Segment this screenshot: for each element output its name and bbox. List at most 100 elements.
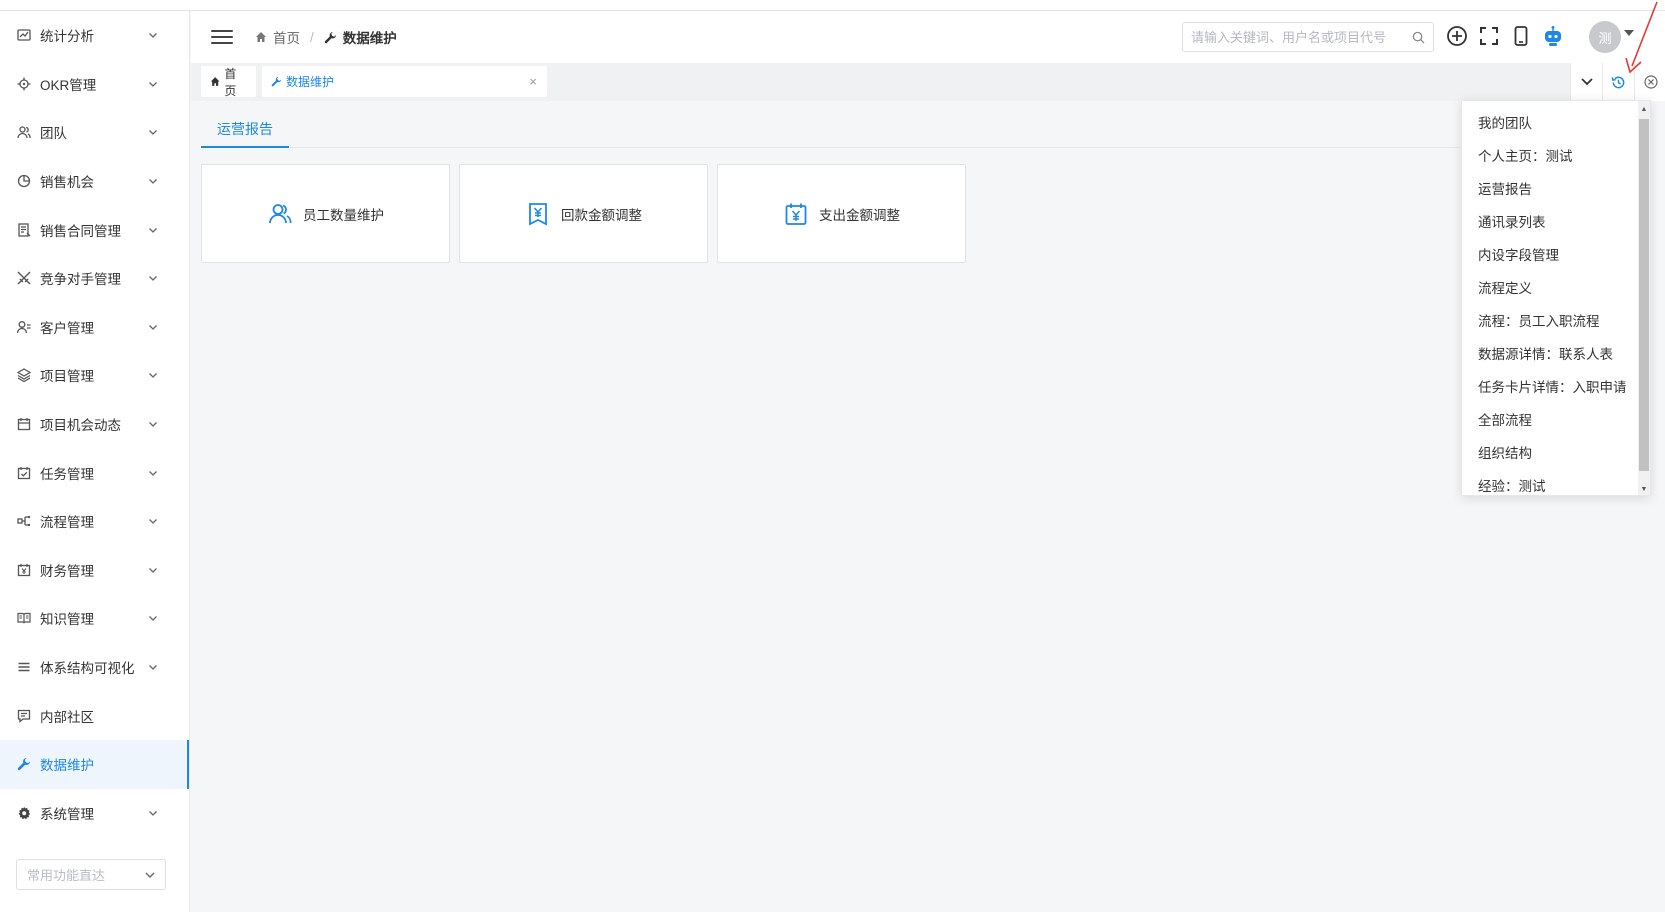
tab-close-icon[interactable]: × xyxy=(529,74,537,89)
history-item[interactable]: 运营报告 xyxy=(1462,171,1650,204)
history-item[interactable]: 组织结构 xyxy=(1462,435,1650,468)
history-item[interactable]: 任务卡片详情：入职申请 xyxy=(1462,369,1650,402)
tab-bar: 首页 数据维护 × xyxy=(191,63,1665,101)
yen-receipt-icon xyxy=(525,201,551,227)
sidebar-item-label: 系统管理 xyxy=(40,806,94,822)
gear-icon xyxy=(16,805,32,821)
sidebar-item-swords[interactable]: 竞争对手管理 xyxy=(0,254,189,303)
calendar-icon xyxy=(16,416,32,432)
card-employee-count[interactable]: 员工数量维护 xyxy=(201,164,450,263)
finance-icon xyxy=(16,562,32,578)
wrench-icon xyxy=(271,76,282,87)
sidebar-item-calendar[interactable]: 项目机会动态 xyxy=(0,400,189,449)
fullscreen-icon[interactable] xyxy=(1477,24,1501,48)
chevron-down-icon xyxy=(147,78,159,90)
layers-icon xyxy=(16,367,32,383)
sidebar-item-chart[interactable]: 统计分析 xyxy=(0,11,189,60)
sidebar-item-contract[interactable]: 销售合同管理 xyxy=(0,205,189,254)
chevron-down-icon xyxy=(147,564,159,576)
tab-data-maintenance[interactable]: 数据维护 × xyxy=(262,66,547,97)
hamburger-menu-icon[interactable] xyxy=(211,30,233,44)
chevron-down-icon xyxy=(147,175,159,187)
sidebar-item-target[interactable]: OKR管理 xyxy=(0,60,189,109)
sidebar-item-pie[interactable]: 销售机会 xyxy=(0,157,189,206)
scroll-up-icon[interactable]: ▲ xyxy=(1640,103,1648,115)
chevron-down-icon xyxy=(147,29,159,41)
top-strip xyxy=(0,0,1665,11)
search-input[interactable] xyxy=(1191,29,1412,45)
card-label: 回款金额调整 xyxy=(561,207,642,223)
content-subtabs: 运营报告 xyxy=(201,112,1641,148)
breadcrumb: 首页 / 数据维护 xyxy=(255,27,397,47)
sidebar-item-finance[interactable]: 财务管理 xyxy=(0,546,189,595)
mobile-icon[interactable] xyxy=(1509,24,1533,48)
scrollbar-thumb[interactable] xyxy=(1639,119,1649,471)
chevron-down-icon xyxy=(145,872,155,878)
chevron-down-icon xyxy=(147,515,159,527)
history-item[interactable]: 内设字段管理 xyxy=(1462,237,1650,270)
tab-list-toggle[interactable] xyxy=(1570,63,1602,101)
team-icon xyxy=(16,124,32,140)
chevron-down-icon xyxy=(147,661,159,673)
card-expense-adjust[interactable]: 支出金额调整 xyxy=(717,164,966,263)
tab-home[interactable]: 首页 xyxy=(201,66,256,98)
card-label: 支出金额调整 xyxy=(819,207,900,223)
sidebar-item-layers[interactable]: 项目管理 xyxy=(0,351,189,400)
swords-icon xyxy=(16,270,32,286)
subtab-operation-report[interactable]: 运营报告 xyxy=(201,112,289,148)
history-list: 我的团队 个人主页：测试 运营报告 通讯录列表 内设字段管理 流程定义 流程：员工入职流程数… xyxy=(1462,105,1650,495)
sidebar-item-label: 流程管理 xyxy=(40,515,94,531)
card-receipt-adjust[interactable]: 回款金额调整 xyxy=(459,164,708,263)
scroll-down-icon[interactable]: ▼ xyxy=(1640,483,1648,495)
chevron-down-icon xyxy=(147,467,159,479)
tab-home-label: 首页 xyxy=(224,66,237,98)
sidebar-item-comment[interactable]: 内部社区 xyxy=(0,691,189,740)
chevron-down-icon xyxy=(147,224,159,236)
breadcrumb-home[interactable]: 首页 xyxy=(255,27,300,47)
sidebar-item-wrench[interactable]: 数据维护 xyxy=(0,739,189,789)
chevron-down-icon xyxy=(1580,78,1593,86)
sidebar-item-label: 数据维护 xyxy=(40,758,94,774)
history-item[interactable]: 通讯录列表 xyxy=(1462,204,1650,237)
history-item[interactable]: 全部流程 xyxy=(1462,402,1650,435)
sidebar-item-book[interactable]: 知识管理 xyxy=(0,594,189,643)
robot-assistant-icon[interactable] xyxy=(1541,24,1565,48)
history-item[interactable]: 经验：测试 xyxy=(1462,468,1650,495)
add-circle-icon[interactable] xyxy=(1445,24,1469,48)
dropdown-scrollbar[interactable]: ▲ ▼ xyxy=(1638,101,1650,495)
sidebar-item-label: 客户管理 xyxy=(40,320,94,336)
sidebar-item-label: OKR管理 xyxy=(40,77,97,93)
sidebar-item-gear[interactable]: 系统管理 xyxy=(0,789,189,838)
history-item[interactable]: 个人主页：测试 xyxy=(1462,138,1650,171)
sidebar-nav: 统计分析 OKR管理团队 销售机会 销售合同管理 竞争对手管理客户管理项目管理项目机会动… xyxy=(0,11,189,837)
sidebar: 统计分析 OKR管理团队 销售机会 销售合同管理 竞争对手管理客户管理项目管理项目机会动… xyxy=(0,11,190,912)
top-header: 首页 / 数据维护 测 xyxy=(191,11,1665,63)
chevron-down-icon xyxy=(147,126,159,138)
sidebar-item-customer[interactable]: 客户管理 xyxy=(0,303,189,352)
wrench-icon xyxy=(324,31,336,43)
home-icon xyxy=(256,32,266,42)
chart-icon xyxy=(16,27,32,43)
chevron-down-icon xyxy=(147,321,159,333)
sidebar-item-team[interactable]: 团队 xyxy=(0,108,189,157)
history-item[interactable]: 流程定义 xyxy=(1462,270,1650,303)
sidebar-item-flow[interactable]: 流程管理 xyxy=(0,497,189,546)
breadcrumb-current-label: 数据维护 xyxy=(342,31,397,46)
wrench-icon xyxy=(16,756,32,772)
sidebar-item-label: 项目机会动态 xyxy=(40,418,121,434)
chevron-down-icon xyxy=(147,272,159,284)
history-item[interactable]: 流程：员工入职流程 xyxy=(1462,303,1650,336)
card-label: 员工数量维护 xyxy=(303,207,384,223)
chevron-down-icon xyxy=(147,807,159,819)
sidebar-item-task[interactable]: 任务管理 xyxy=(0,448,189,497)
history-item[interactable]: 数据源详情：联系人表 xyxy=(1462,336,1650,369)
book-icon xyxy=(16,610,32,626)
breadcrumb-current: 数据维护 xyxy=(324,27,397,47)
sidebar-item-menu[interactable]: 体系结构可视化 xyxy=(0,643,189,692)
menu-icon xyxy=(16,659,32,675)
search-icon[interactable] xyxy=(1412,31,1425,44)
sidebar-item-label: 知识管理 xyxy=(40,612,94,628)
quick-access-select[interactable]: 常用功能直达 xyxy=(16,859,166,890)
history-item[interactable]: 我的团队 xyxy=(1462,105,1650,138)
history-dropdown: 我的团队 个人主页：测试 运营报告 通讯录列表 内设字段管理 流程定义 流程：员工入职流程数… xyxy=(1461,100,1651,496)
